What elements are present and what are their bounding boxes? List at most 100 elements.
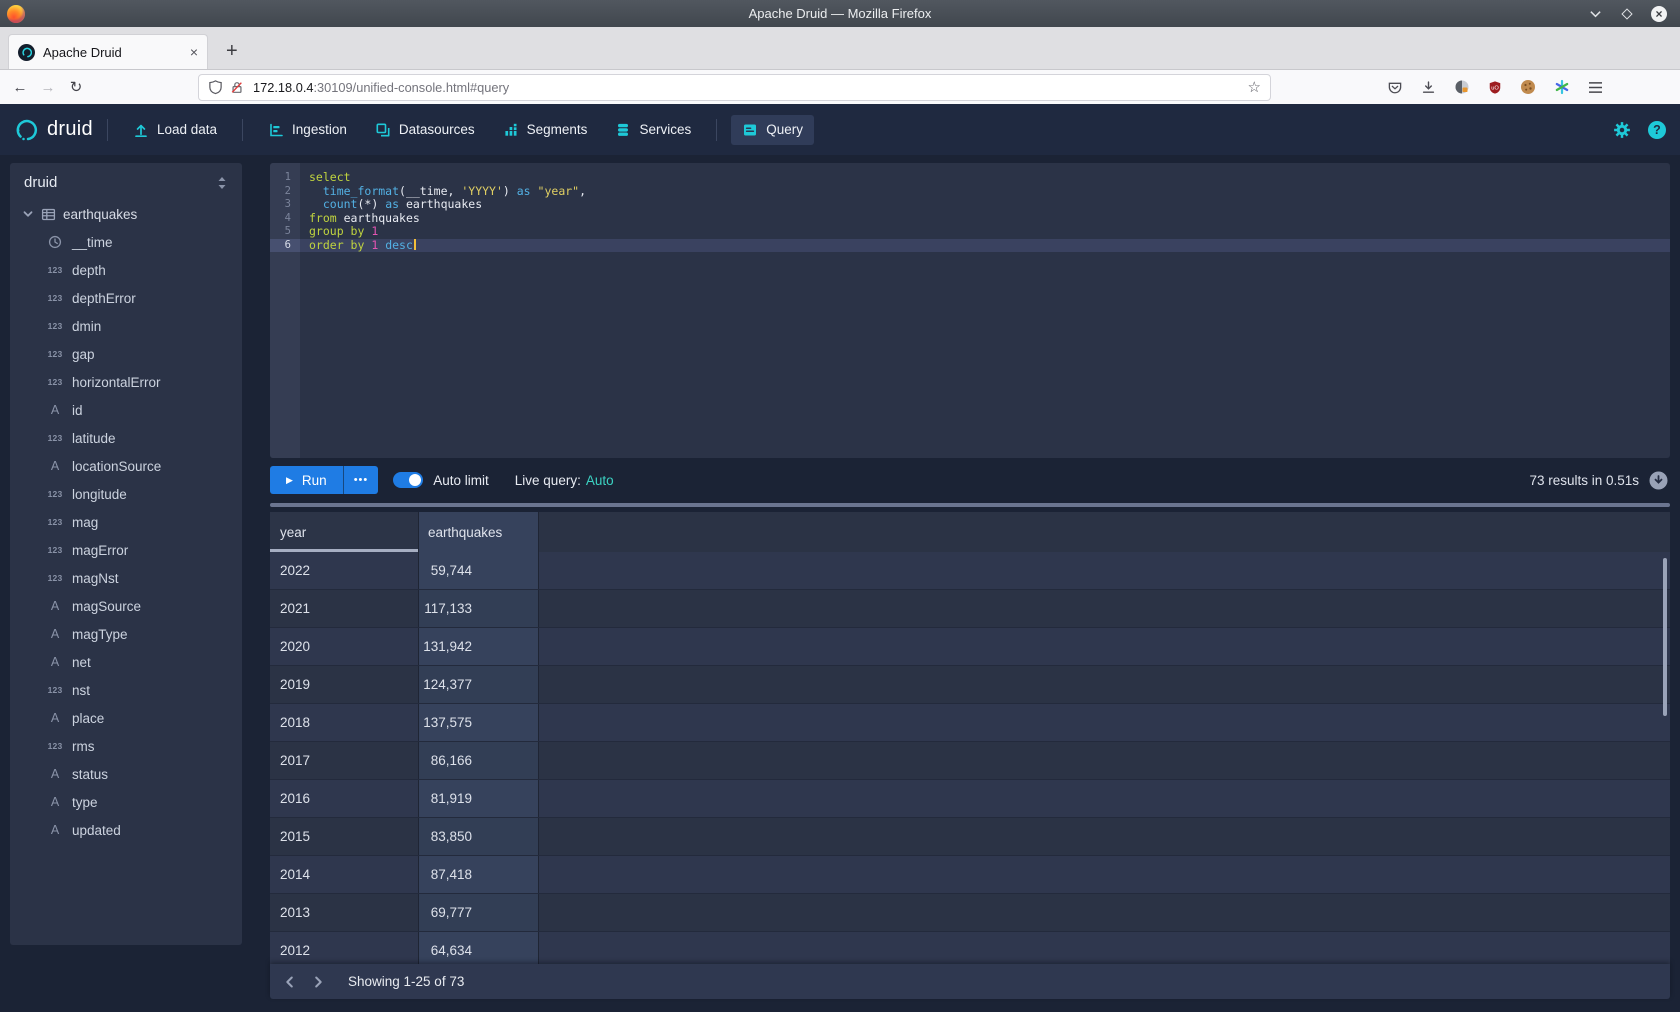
window-close-icon[interactable]: × (1651, 6, 1667, 22)
nav-group-load: Load data (122, 115, 228, 145)
pocket-icon[interactable] (1387, 80, 1403, 95)
url-host: 172.18.0.4 (253, 80, 314, 95)
nav-item-ingestion[interactable]: Ingestion (257, 115, 358, 145)
tree-column-magNst[interactable]: 123 magNst (10, 564, 242, 592)
table-row[interactable]: 2017 86,166 (270, 742, 1670, 780)
table-row[interactable]: 2022 59,744 (270, 552, 1670, 590)
auto-limit-toggle[interactable]: Auto limit (393, 472, 489, 488)
url-bar[interactable]: 172.18.0.4:30109/unified-console.html#qu… (198, 74, 1271, 101)
tree-column-id[interactable]: A id (10, 396, 242, 424)
table-row[interactable]: 2021 117,133 (270, 590, 1670, 628)
nav-item-datasources[interactable]: Datasources (364, 115, 486, 145)
bookmark-star-icon[interactable]: ☆ (1248, 78, 1261, 96)
ublock-icon[interactable]: uO (1488, 80, 1502, 95)
vertical-scrollbar[interactable] (1663, 558, 1667, 716)
tree-column-gap[interactable]: 123 gap (10, 340, 242, 368)
tree-column-rms[interactable]: 123 rms (10, 732, 242, 760)
numeric-type-icon: 123 (44, 545, 66, 555)
containers-icon[interactable] (1554, 79, 1570, 95)
druid-logo[interactable]: druid (14, 117, 93, 143)
window-minimize-icon[interactable] (1587, 6, 1603, 22)
prev-page-icon[interactable] (276, 968, 304, 996)
column-header-year[interactable]: year (270, 512, 419, 552)
back-button[interactable]: ← (6, 79, 34, 96)
tracking-shield-icon[interactable] (208, 79, 223, 95)
code-line-3: count(*) as earthquakes (300, 198, 1670, 212)
tree-item-earthquakes[interactable]: earthquakes (10, 200, 242, 228)
run-more-button[interactable]: ••• (343, 466, 379, 494)
tree-column-latitude[interactable]: 123 latitude (10, 424, 242, 452)
nav-divider (716, 119, 717, 141)
numeric-type-icon: 123 (44, 433, 66, 443)
help-icon[interactable]: ? (1648, 121, 1666, 139)
tree-column-magError[interactable]: 123 magError (10, 536, 242, 564)
table-row[interactable]: 2015 83,850 (270, 818, 1670, 856)
next-page-icon[interactable] (304, 968, 332, 996)
tree-column-status[interactable]: A status (10, 760, 242, 788)
proxy-extension-icon[interactable] (1454, 79, 1470, 95)
text-cursor (414, 239, 416, 250)
settings-gear-icon[interactable] (1613, 121, 1631, 139)
tree-column-dmin[interactable]: 123 dmin (10, 312, 242, 340)
cookie-extension-icon[interactable] (1520, 79, 1536, 95)
menu-icon[interactable] (1588, 81, 1603, 94)
new-tab-button[interactable]: + (226, 41, 238, 61)
nav-item-services[interactable]: Services (604, 115, 702, 145)
tree-column-place[interactable]: A place (10, 704, 242, 732)
tree-column-mag[interactable]: 123 mag (10, 508, 242, 536)
numeric-type-icon: 123 (44, 573, 66, 583)
table-row[interactable]: 2014 87,418 (270, 856, 1670, 894)
tree-column-longitude[interactable]: 123 longitude (10, 480, 242, 508)
nav-item-segments[interactable]: Segments (492, 115, 599, 145)
code-line-2: time_format(__time, 'YYYY') as "year", (300, 185, 1670, 199)
tab-close-icon[interactable]: × (190, 45, 198, 59)
druid-brand-text: druid (47, 118, 93, 141)
cell-earthquakes: 69,777 (419, 894, 539, 931)
cell-earthquakes: 131,942 (419, 628, 539, 665)
tree-column-magSource[interactable]: A magSource (10, 592, 242, 620)
tree-column-depthError[interactable]: 123 depthError (10, 284, 242, 312)
insecure-lock-icon[interactable] (230, 80, 244, 95)
tree-column-type[interactable]: A type (10, 788, 242, 816)
table-row[interactable]: 2019 124,377 (270, 666, 1670, 704)
table-row[interactable]: 2018 137,575 (270, 704, 1670, 742)
tree-column-locationSource[interactable]: A locationSource (10, 452, 242, 480)
table-row[interactable]: 2020 131,942 (270, 628, 1670, 666)
download-results-icon[interactable] (1649, 471, 1668, 490)
play-icon: ▶ (286, 475, 293, 486)
tree-column-horizontalError[interactable]: 123 horizontalError (10, 368, 242, 396)
window-controls: × (1587, 6, 1680, 22)
nav-item-query[interactable]: Query (731, 115, 814, 145)
tree-column-__time[interactable]: __time (10, 228, 242, 256)
tree-column-magType[interactable]: A magType (10, 620, 242, 648)
tree-column-updated[interactable]: A updated (10, 816, 242, 844)
browser-tab-apache-druid[interactable]: Apache Druid × (8, 34, 208, 69)
pagination-bar: Showing 1-25 of 73 (270, 964, 1670, 999)
sql-editor[interactable]: 123456 select time_format(__time, 'YYYY'… (270, 163, 1670, 458)
tree-column-nst[interactable]: 123 nst (10, 676, 242, 704)
cell-year: 2012 (270, 932, 419, 964)
window-maximize-icon[interactable] (1619, 6, 1635, 22)
tree-column-net[interactable]: A net (10, 648, 242, 676)
horizontal-scrollbar[interactable] (270, 503, 1670, 507)
table-row[interactable]: 2016 81,919 (270, 780, 1670, 818)
tree-column-depth[interactable]: 123 depth (10, 256, 242, 284)
cell-year: 2015 (270, 818, 419, 855)
chevron-down-icon (22, 208, 34, 220)
sort-columns-icon[interactable] (216, 176, 228, 190)
numeric-type-icon: 123 (44, 321, 66, 331)
reload-button[interactable]: ↻ (62, 78, 90, 96)
nav-divider (242, 119, 243, 141)
downloads-icon[interactable] (1421, 80, 1436, 95)
cell-earthquakes: 83,850 (419, 818, 539, 855)
live-query-value[interactable]: Auto (586, 473, 614, 488)
table-row[interactable]: 2013 69,777 (270, 894, 1670, 932)
forward-button[interactable]: → (34, 79, 62, 96)
line-number: 6 (270, 239, 300, 253)
nav-item-load-data[interactable]: Load data (122, 115, 228, 145)
segments-icon (503, 122, 519, 138)
browser-toolbar: ← → ↻ 172.18.0.4:30109/unified-console.h… (0, 70, 1680, 104)
table-row[interactable]: 2012 64,634 (270, 932, 1670, 964)
run-button[interactable]: ▶Run (270, 466, 343, 494)
column-header-earthquakes[interactable]: earthquakes (419, 512, 539, 552)
